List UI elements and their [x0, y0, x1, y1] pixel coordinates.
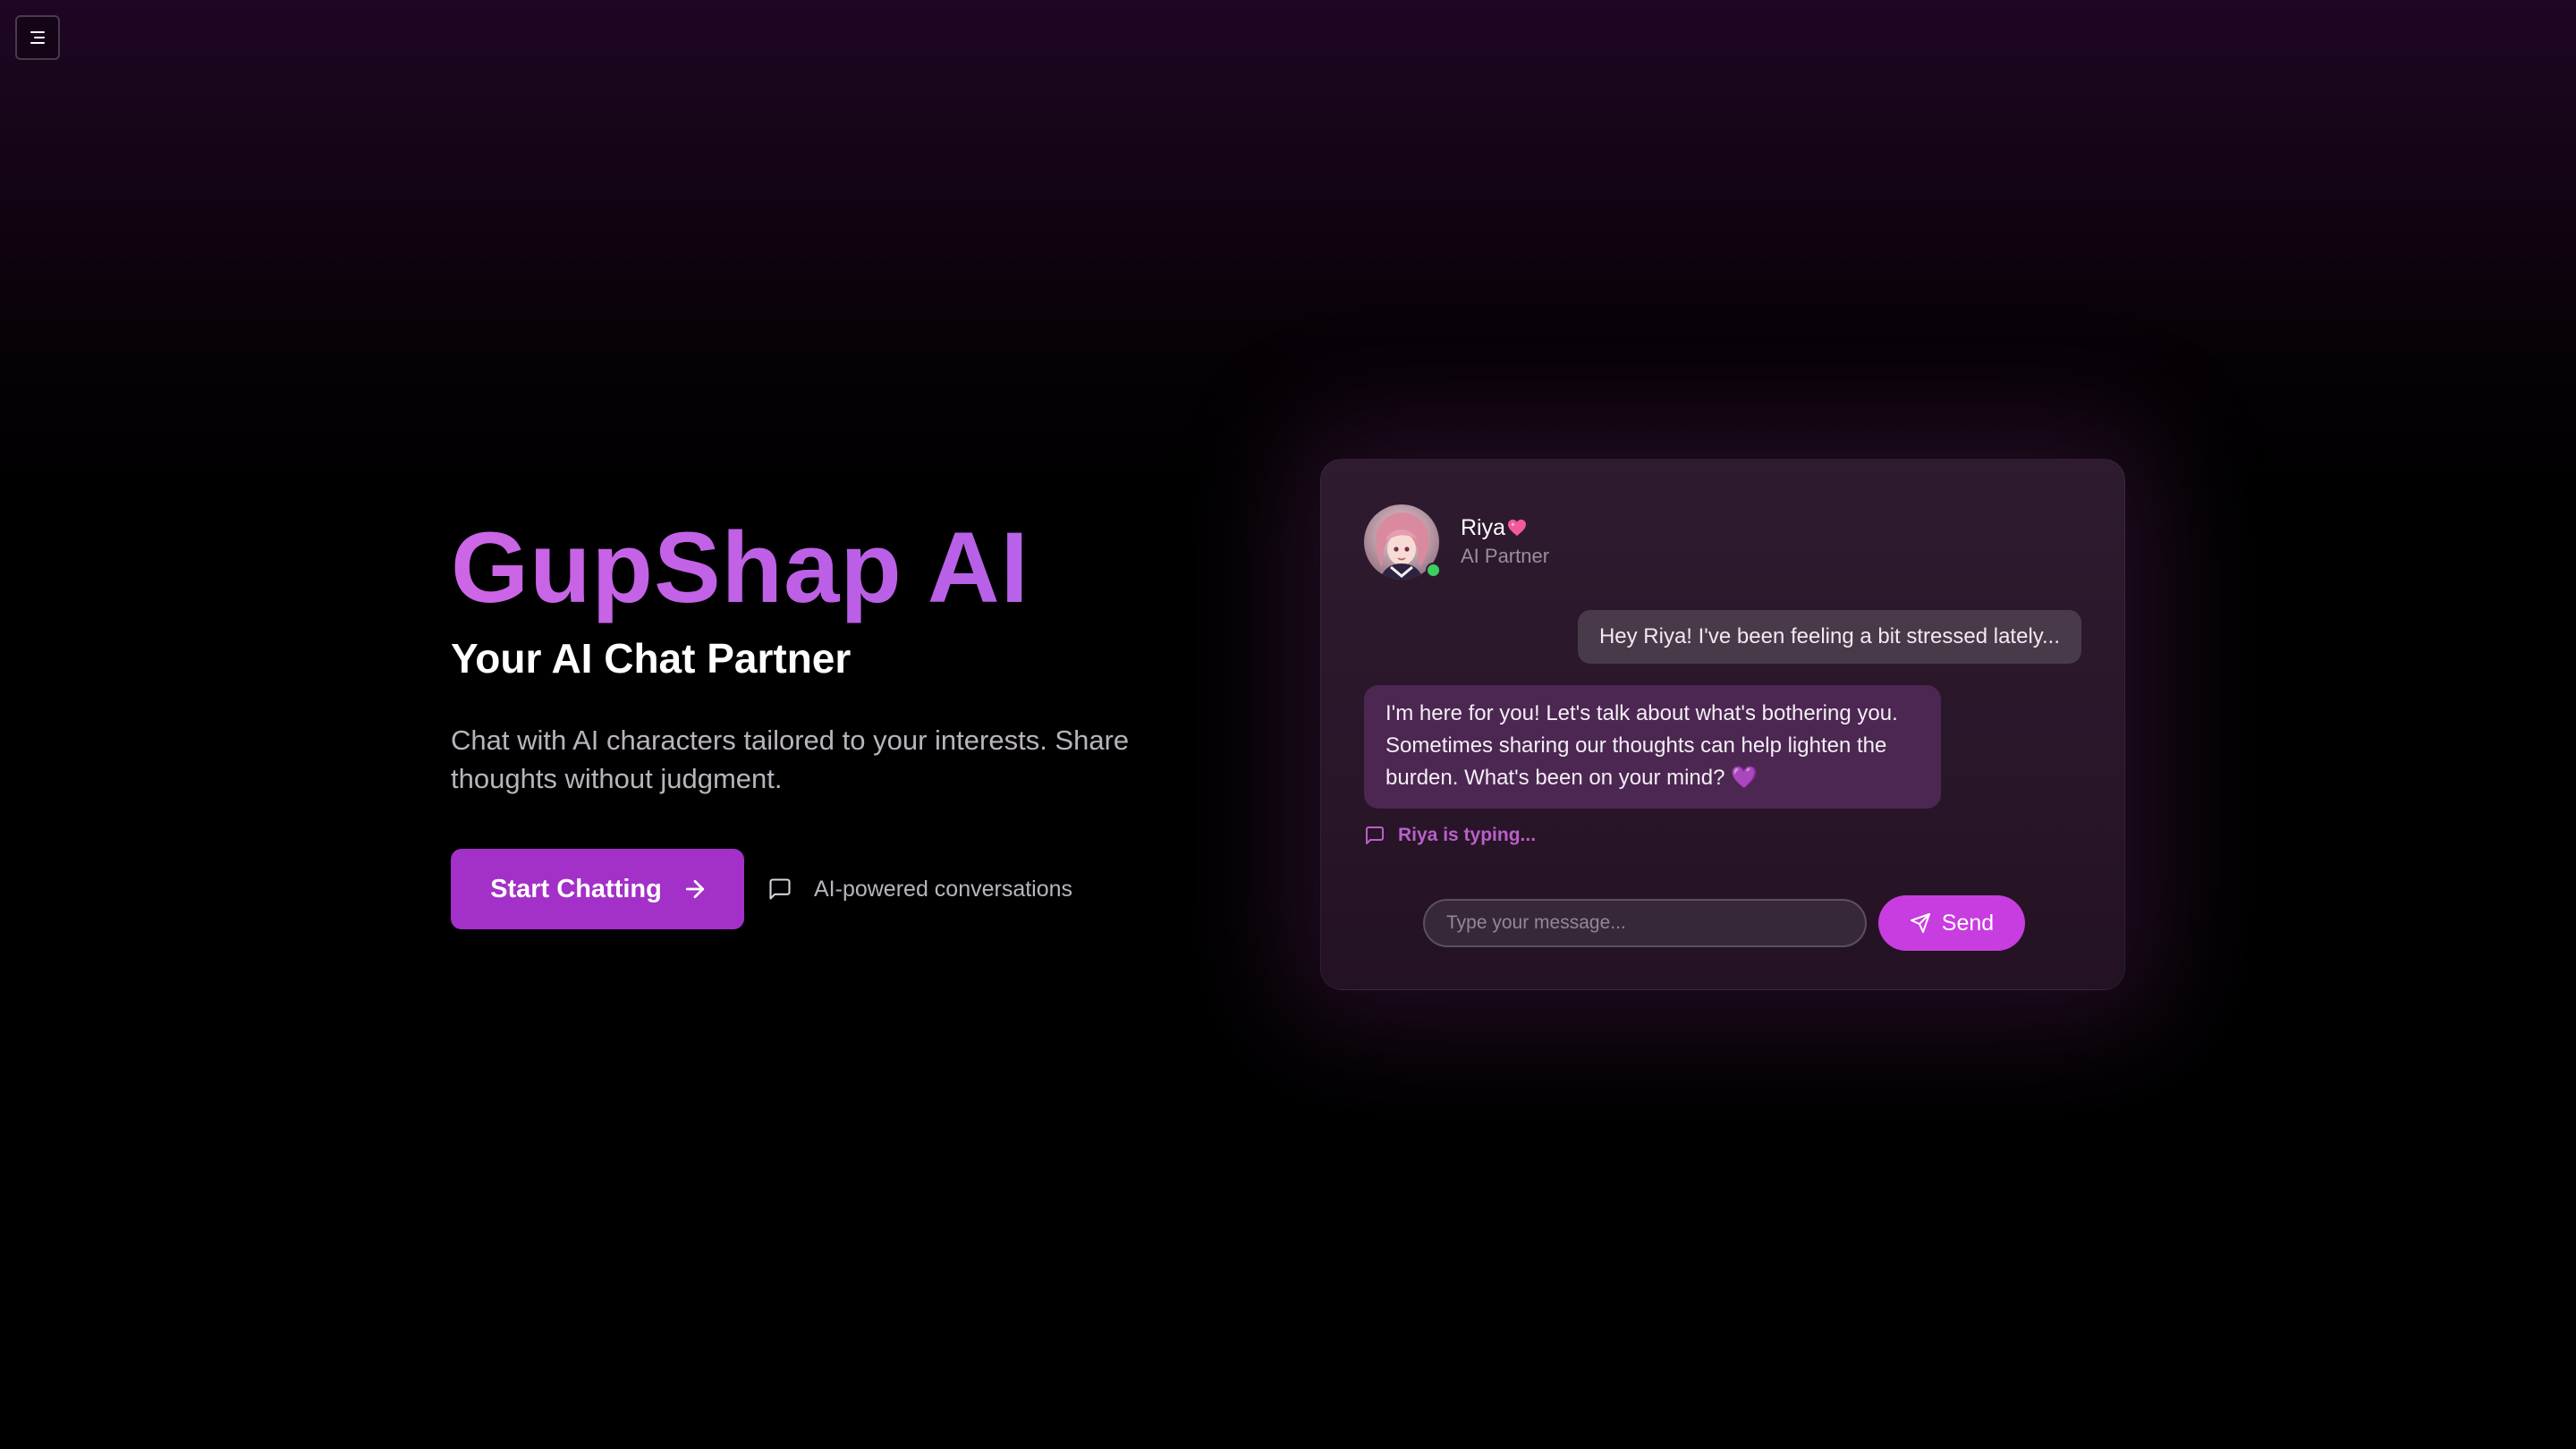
feature-label: AI-powered conversations [814, 876, 1073, 902]
menu-button[interactable] [15, 15, 60, 60]
typing-text: Riya is typing... [1398, 825, 1537, 845]
message-square-icon [1366, 826, 1384, 844]
online-status-dot [1426, 563, 1441, 578]
send-icon [1910, 913, 1930, 933]
hero-title: GupShap AI [451, 510, 1166, 626]
message-input[interactable] [1423, 899, 1867, 947]
character-info: Riya AI Partner [1461, 514, 1549, 570]
user-message-bubble: Hey Riya! I've been feeling a bit stress… [1577, 610, 2081, 664]
hero-section: GupShap AI Your AI Chat Partner Chat wit… [451, 510, 1166, 929]
chat-header: Riya AI Partner [1364, 504, 1549, 580]
arrow-right-icon [685, 879, 704, 899]
composer: Send [1423, 895, 2025, 951]
menu-icon [30, 31, 45, 44]
ai-message-bubble: I'm here for you! Let's talk about what'… [1364, 685, 1941, 809]
send-label: Send [1941, 910, 1995, 936]
start-chatting-button[interactable]: Start Chatting [451, 849, 744, 929]
character-name-row: Riya [1461, 514, 1549, 541]
typing-indicator: Riya is typing... [1364, 825, 1536, 846]
hero-description: Chat with AI characters tailored to your… [451, 724, 1130, 794]
feature-badge: AI-powered conversations [767, 877, 1072, 902]
send-button[interactable]: Send [1878, 895, 2025, 951]
character-name: Riya [1461, 515, 1506, 540]
heart-icon [1508, 519, 1527, 537]
chat-preview-card: Riya AI Partner Hey Riya! I've been feel… [1320, 459, 2125, 990]
hero-subtitle: Your AI Chat Partner [451, 635, 852, 682]
avatar [1364, 504, 1441, 580]
cta-row: Start Chatting AI-powered conversations [451, 849, 1166, 929]
message-square-icon [769, 878, 791, 900]
start-chatting-label: Start Chatting [490, 874, 662, 903]
character-role: AI Partner [1461, 545, 1550, 567]
